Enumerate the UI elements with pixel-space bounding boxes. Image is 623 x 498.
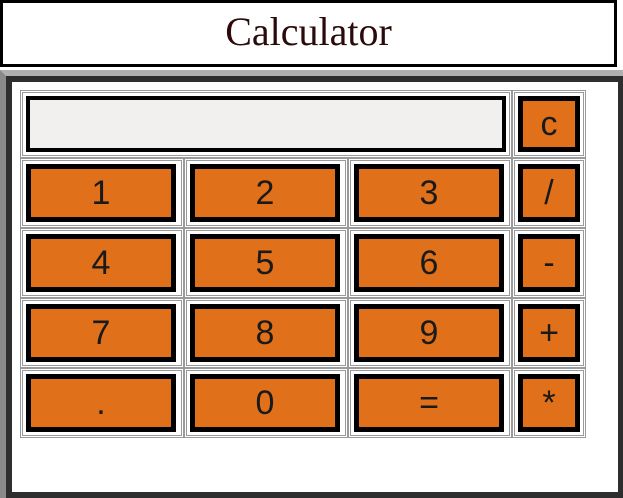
key-cell: 5 [184, 228, 348, 298]
decimal-button[interactable]: . [26, 374, 176, 432]
key-cell: 8 [184, 298, 348, 368]
digit-5-button[interactable]: 5 [190, 234, 340, 292]
display-row: c [20, 90, 586, 158]
digit-8-button[interactable]: 8 [190, 304, 340, 362]
button-row-4: . 0 = * [20, 368, 586, 438]
key-cell: + [512, 298, 586, 368]
digit-4-button[interactable]: 4 [26, 234, 176, 292]
divide-button[interactable]: / [518, 164, 580, 222]
key-cell: . [20, 368, 184, 438]
equals-button[interactable]: = [354, 374, 504, 432]
display-field[interactable] [26, 96, 506, 152]
key-cell: / [512, 158, 586, 228]
title-bar: Calculator [0, 0, 617, 67]
multiply-button[interactable]: * [518, 374, 580, 432]
button-row-1: 1 2 3 / [20, 158, 586, 228]
calculator-frame: c 1 2 3 / 4 5 6 - 7 8 9 + . 0 = * [0, 70, 623, 498]
digit-7-button[interactable]: 7 [26, 304, 176, 362]
key-cell: 3 [348, 158, 512, 228]
calculator-body: c 1 2 3 / 4 5 6 - 7 8 9 + . 0 = * [12, 82, 618, 492]
key-cell: - [512, 228, 586, 298]
calculator-grid: c 1 2 3 / 4 5 6 - 7 8 9 + . 0 = * [20, 90, 586, 438]
key-cell: * [512, 368, 586, 438]
display-cell [20, 90, 512, 158]
key-cell: = [348, 368, 512, 438]
key-cell: 0 [184, 368, 348, 438]
key-cell: 7 [20, 298, 184, 368]
digit-0-button[interactable]: 0 [190, 374, 340, 432]
page-title: Calculator [225, 9, 392, 54]
key-cell: 6 [348, 228, 512, 298]
button-row-3: 7 8 9 + [20, 298, 586, 368]
subtract-button[interactable]: - [518, 234, 580, 292]
button-row-2: 4 5 6 - [20, 228, 586, 298]
key-cell: 1 [20, 158, 184, 228]
digit-3-button[interactable]: 3 [354, 164, 504, 222]
digit-2-button[interactable]: 2 [190, 164, 340, 222]
key-cell: 4 [20, 228, 184, 298]
digit-6-button[interactable]: 6 [354, 234, 504, 292]
key-cell: 9 [348, 298, 512, 368]
add-button[interactable]: + [518, 304, 580, 362]
clear-cell: c [512, 90, 586, 158]
digit-9-button[interactable]: 9 [354, 304, 504, 362]
clear-button[interactable]: c [518, 96, 580, 152]
key-cell: 2 [184, 158, 348, 228]
digit-1-button[interactable]: 1 [26, 164, 176, 222]
